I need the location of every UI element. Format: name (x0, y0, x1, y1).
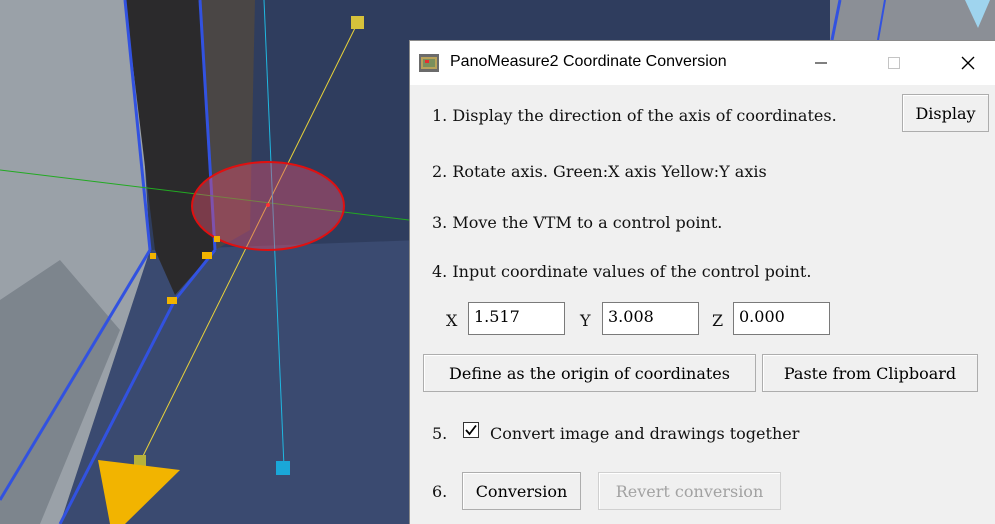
convert-together-label: Convert image and drawings together (490, 424, 800, 443)
revert-conversion-button: Revert conversion (598, 472, 781, 510)
y-coordinate-field[interactable]: 3.008 (602, 302, 699, 335)
maximize-icon (888, 57, 900, 69)
z-coordinate-field[interactable]: 0.000 (733, 302, 830, 335)
coordinate-conversion-dialog: PanoMeasure2 Coordinate Conversion 1. Di… (409, 40, 995, 524)
step5-number: 5. (432, 424, 448, 443)
close-button[interactable] (943, 41, 993, 85)
paste-from-clipboard-button[interactable]: Paste from Clipboard (762, 354, 978, 392)
step4-label: 4. Input coordinate values of the contro… (432, 262, 812, 281)
close-icon (961, 56, 975, 70)
z-axis-handle[interactable] (276, 461, 290, 475)
app-icon (419, 54, 439, 72)
conversion-button[interactable]: Conversion (462, 472, 581, 510)
x-label: X (446, 311, 458, 330)
checkmark-icon (465, 424, 477, 436)
step2-label: 2. Rotate axis. Green:X axis Yellow:Y ax… (432, 162, 767, 181)
x-coordinate-field[interactable]: 1.517 (468, 302, 565, 335)
y-axis-handle[interactable] (351, 16, 364, 29)
step6-number: 6. (432, 482, 448, 501)
step3-label: 3. Move the VTM to a control point. (432, 213, 723, 232)
maximize-button (869, 41, 919, 85)
y-label: Y (580, 311, 591, 330)
display-button[interactable]: Display (902, 94, 989, 132)
step1-label: 1. Display the direction of the axis of … (432, 106, 837, 125)
title-bar: PanoMeasure2 Coordinate Conversion (410, 41, 995, 85)
define-origin-button[interactable]: Define as the origin of coordinates (423, 354, 756, 392)
z-label: Z (712, 311, 724, 330)
minimize-button[interactable] (796, 41, 846, 85)
convert-together-checkbox[interactable] (463, 422, 479, 438)
minimize-icon (815, 62, 827, 64)
window-title: PanoMeasure2 Coordinate Conversion (450, 53, 727, 70)
